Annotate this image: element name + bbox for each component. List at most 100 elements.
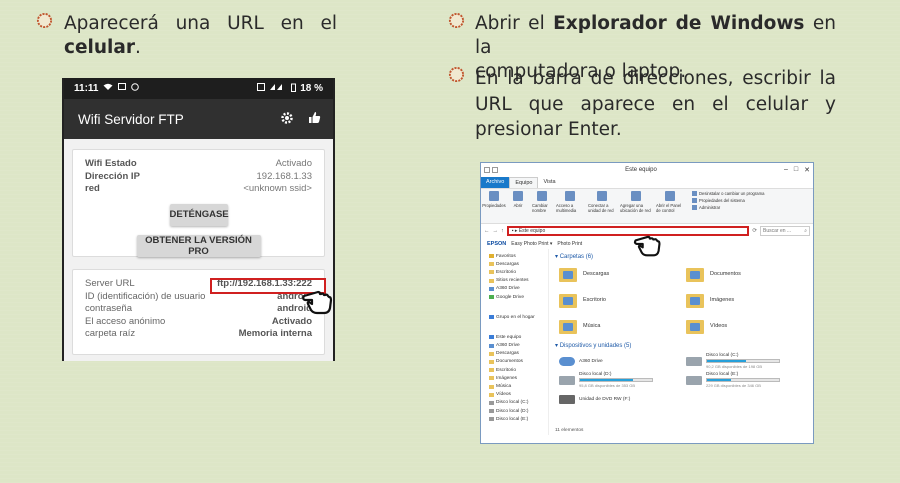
folder-item[interactable]: Descargas xyxy=(559,264,682,284)
nav-item[interactable]: Sitios recientes xyxy=(489,277,548,285)
drive-icon xyxy=(489,417,494,422)
maximize-icon[interactable]: □ xyxy=(794,166,798,174)
folder-icon xyxy=(489,368,494,373)
nav-item[interactable]: Este equipo xyxy=(489,333,548,341)
nav-item[interactable]: A360 Drive xyxy=(489,342,548,350)
folder-icon xyxy=(489,351,494,356)
kv-row: contraseña android xyxy=(85,303,312,316)
computer-icon: ▪ ▸ xyxy=(511,228,519,234)
app-title: Wifi Servidor FTP xyxy=(78,111,184,127)
ribbon-button[interactable]: Propiedades xyxy=(482,191,506,221)
phone-screenshot: 11:11 18 % Wifi Servidor FTP Wifi Estado… xyxy=(62,78,335,361)
nav-item[interactable]: Google Drive xyxy=(489,293,548,301)
kv-value: Memoria interna xyxy=(238,328,312,340)
wifi-icon xyxy=(103,83,113,94)
kv-row: red <unknown ssid> xyxy=(85,183,312,196)
thumbs-up-icon[interactable] xyxy=(308,111,321,127)
address-text: Este equipo xyxy=(518,228,546,234)
ribbon-list-item[interactable]: Administrar xyxy=(692,205,764,210)
folder-item[interactable]: Vídeos xyxy=(686,316,809,336)
menu-easy-photo-print[interactable]: Easy Photo Print ▾ xyxy=(511,241,552,247)
nav-item[interactable]: Favoritos xyxy=(489,252,548,260)
nav-item[interactable]: Disco local (C:) xyxy=(489,399,548,407)
phone-body: Wifi Estado Activado Dirección IP 192.168.… xyxy=(64,139,333,361)
ribbon-button[interactable]: Acceso a multimedia xyxy=(556,191,584,221)
ribbon-button[interactable]: Agregar una ubicación de red xyxy=(620,191,652,221)
quick-access-icon xyxy=(484,167,490,173)
nav-item[interactable]: Disco local (E:) xyxy=(489,415,548,423)
folder-item[interactable]: Imágenes xyxy=(686,290,809,310)
folder-item[interactable]: Música xyxy=(559,316,682,336)
menu-photo-print[interactable]: Photo Print xyxy=(557,241,582,247)
kv-key: ID (identificación) de usuario xyxy=(85,290,206,302)
status-card: Wifi Estado Activado Dirección IP 192.168.… xyxy=(72,149,325,257)
nav-item[interactable]: Imágenes xyxy=(489,374,548,382)
folder-icon xyxy=(489,262,494,267)
back-icon[interactable]: ← xyxy=(484,228,490,234)
address-bar[interactable]: ▪ ▸ Este equipo xyxy=(506,226,750,236)
devices-section-header[interactable]: ▾ Dispositivos y unidades (5) xyxy=(555,342,809,349)
media-icon xyxy=(565,191,575,201)
nav-item[interactable]: A360 Drive xyxy=(489,285,548,293)
nav-item[interactable]: Vídeos xyxy=(489,391,548,399)
kv-row: carpeta raíz Memoria interna xyxy=(85,328,312,341)
dvd-drive-icon xyxy=(559,394,575,404)
drive-item[interactable]: Unidad de DVD RW (F:) xyxy=(559,391,682,407)
whatsapp-icon xyxy=(131,83,140,94)
ribbon-button[interactable]: Abrir el Panel de control xyxy=(656,191,684,221)
ribbon-button[interactable]: Cambiar nombre xyxy=(532,191,552,221)
drive-label: Unidad de DVD RW (F:) xyxy=(579,396,631,402)
drive-usage-bar xyxy=(706,359,780,363)
right-instruction-2: En la barra de direcciones, escribir la … xyxy=(475,68,836,140)
nav-label: Grupo en el hogar xyxy=(496,314,535,320)
search-input[interactable]: Buscar en ... ⌕ xyxy=(760,226,810,236)
ribbon-button[interactable]: Conectar a unidad de red xyxy=(588,191,616,221)
kv-row: Dirección IP 192.168.1.33 xyxy=(85,171,312,184)
minimize-icon[interactable]: – xyxy=(784,166,788,174)
drive-label: Disco local (D:) xyxy=(579,372,612,377)
nav-label: Disco local (D:) xyxy=(496,408,529,414)
nav-item[interactable]: Descargas xyxy=(489,260,548,268)
nav-item[interactable]: Escritorio xyxy=(489,366,548,374)
drive-free-space: 229 GB disponibles de 346 GB xyxy=(706,383,761,388)
get-pro-button[interactable]: OBTENER LA VERSIÓN PRO xyxy=(136,234,261,257)
cloud-icon xyxy=(489,286,494,291)
drive-usage-fill xyxy=(580,379,633,381)
nav-item[interactable]: Documentos xyxy=(489,358,548,366)
tab-archivo[interactable]: Archivo xyxy=(481,177,510,188)
nav-item[interactable]: Descargas xyxy=(489,350,548,358)
drives-grid: A360 Drive Disco local (C:) 90,2 GB dispo… xyxy=(553,353,809,407)
ribbon-list-item[interactable]: Desinstalar o cambiar un programa xyxy=(692,191,764,196)
folder-item[interactable]: Escritorio xyxy=(559,290,682,310)
drive-item[interactable]: Disco local (C:) 90,2 GB disponibles de 1… xyxy=(686,353,809,369)
ribbon-label: Conectar a unidad de red xyxy=(588,203,614,213)
refresh-icon[interactable]: ⟳ xyxy=(752,228,757,234)
section-label: Dispositivos y unidades (5) xyxy=(559,343,632,349)
up-icon[interactable]: ↑ xyxy=(501,228,504,234)
phone-status-bar: 11:11 18 % xyxy=(64,78,333,99)
ribbon-button[interactable]: Abrir xyxy=(508,191,528,221)
nav-item[interactable]: Música xyxy=(489,382,548,390)
drive-label: Disco local (C:) xyxy=(706,353,739,358)
manage-icon xyxy=(692,205,697,210)
section-label: Carpetas (6) xyxy=(559,254,594,260)
drive-item[interactable]: A360 Drive xyxy=(559,353,682,369)
nav-item[interactable]: Grupo en el hogar xyxy=(489,313,548,321)
close-icon[interactable]: ✕ xyxy=(804,166,810,174)
nav-item[interactable]: Escritorio xyxy=(489,268,548,276)
nav-label: A360 Drive xyxy=(496,343,520,349)
kv-key: contraseña xyxy=(85,303,133,315)
forward-icon[interactable]: → xyxy=(493,228,499,234)
stop-button[interactable]: DETÉNGASE xyxy=(169,203,229,226)
tab-vista[interactable]: Vista xyxy=(538,177,560,188)
nav-item[interactable]: Disco local (D:) xyxy=(489,407,548,415)
ribbon-list-item[interactable]: Propiedades del sistema xyxy=(692,198,764,203)
folder-item[interactable]: Documentos xyxy=(686,264,809,284)
folders-section-header[interactable]: ▾ Carpetas (6) xyxy=(555,253,809,260)
drive-item[interactable]: Disco local (D:) 95,8 GB disponibles de 3… xyxy=(559,372,682,388)
drive-item[interactable]: Disco local (E:) 229 GB disponibles de 34… xyxy=(686,372,809,388)
folder-label: Documentos xyxy=(710,271,741,277)
tab-equipo[interactable]: Equipo xyxy=(509,177,539,188)
gear-icon[interactable] xyxy=(280,111,294,128)
